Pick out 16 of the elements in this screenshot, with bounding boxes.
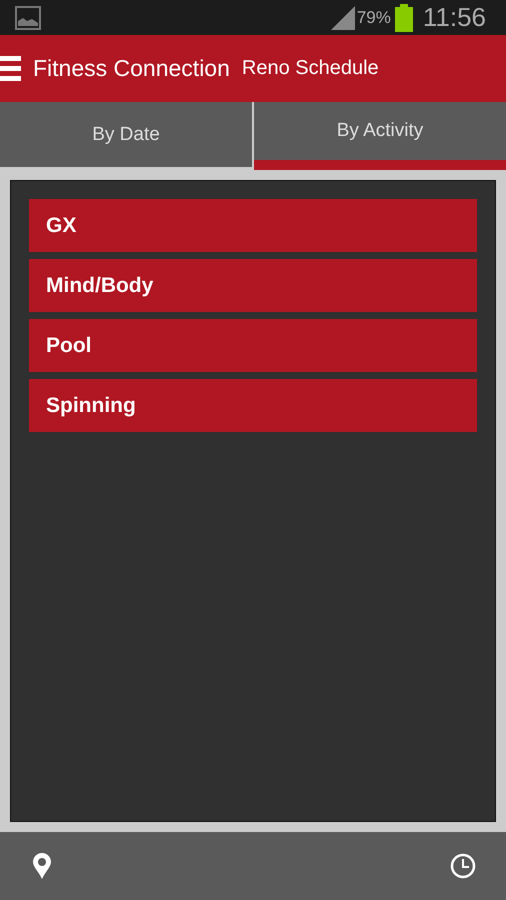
tab[interactable]: By Activity [254,102,506,170]
activity-item[interactable]: Mind/Body [29,259,477,312]
battery-percent: 79% [356,8,391,28]
image-icon [15,6,41,30]
battery-icon [394,4,413,32]
location-pin-icon[interactable] [33,853,51,879]
screen-subtitle: Reno Schedule [242,57,379,80]
app-title: Fitness Connection [33,55,230,82]
signal-icon [330,6,355,30]
tab[interactable]: By Date [0,102,254,170]
clock-icon[interactable] [450,853,476,879]
menu-icon[interactable] [0,56,21,82]
activity-item[interactable]: Pool [29,319,477,372]
activity-item[interactable]: GX [29,199,477,252]
clock-time: 11:56 [422,2,486,33]
activity-item[interactable]: Spinning [29,379,477,432]
